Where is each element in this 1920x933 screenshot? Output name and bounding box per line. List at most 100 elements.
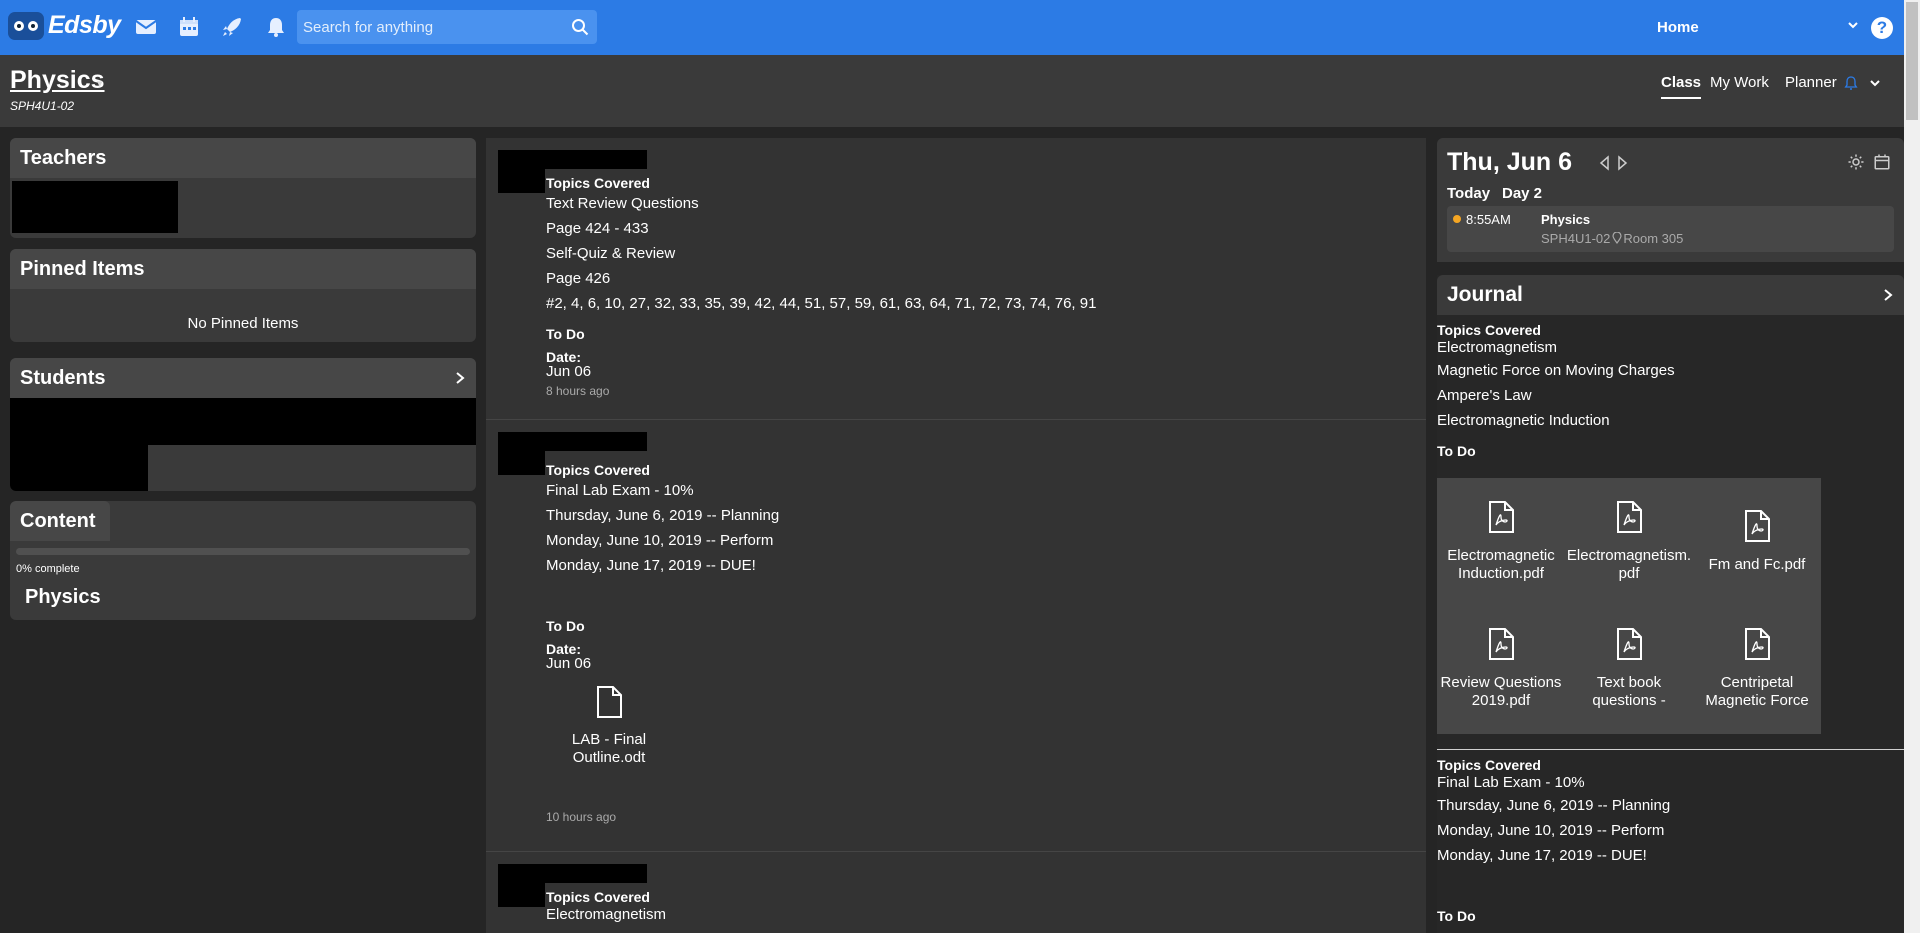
previous-day-icon[interactable] [1598, 155, 1610, 171]
logo-text: Edsby [48, 11, 121, 39]
tab-planner[interactable]: Planner [1785, 74, 1837, 91]
pdf-attachment[interactable]: Text book questions - [1565, 627, 1693, 710]
redacted-students [10, 445, 148, 491]
pdf-attachment[interactable]: Fm and Fc.pdf [1693, 509, 1821, 574]
post-todo-heading: To Do [546, 618, 585, 634]
tab-my-work[interactable]: My Work [1710, 74, 1769, 91]
scrollbar-thumb[interactable] [1906, 2, 1918, 120]
post-date-label: Date: [546, 641, 582, 657]
class-feed: Topics Covered Text Review Questions Pag… [486, 138, 1426, 933]
chevron-down-icon[interactable] [1847, 19, 1859, 31]
teachers-header: Teachers [10, 138, 476, 178]
next-day-icon[interactable] [1617, 155, 1629, 171]
edsby-logo[interactable]: Edsby [8, 11, 121, 40]
journal-line: Magnetic Force on Moving Charges [1437, 362, 1675, 379]
calendar-icon[interactable] [177, 15, 201, 39]
attachment-name: LAB - Final [571, 731, 647, 748]
home-menu-label[interactable]: Home [1657, 19, 1699, 36]
post-body: Topics Covered Final Lab Exam - 10% Thur… [546, 462, 779, 672]
class-code: SPH4U1-02 [10, 99, 75, 113]
attachment-name: Induction.pdf [1458, 565, 1544, 582]
class-header: Physics ▾ SPH4U1-02 Class My Work Planne… [0, 55, 1904, 127]
class-title[interactable]: Physics [10, 66, 105, 95]
tab-class[interactable]: Class [1661, 74, 1702, 99]
help-icon[interactable]: ? [1871, 17, 1893, 39]
redacted-author [545, 864, 647, 883]
event-status-dot [1453, 215, 1461, 223]
post-line: Thursday, June 6, 2019 -- Planning [546, 507, 780, 524]
pdf-attachment[interactable]: Electromagnetic Induction.pdf [1437, 500, 1565, 583]
redacted-avatar [498, 150, 545, 193]
post-heading: Topics Covered [546, 462, 650, 478]
journal-divider [1437, 749, 1904, 750]
journal-header[interactable]: Journal [1437, 275, 1904, 315]
post-heading: Topics Covered [546, 889, 650, 905]
pdf-file-icon [1617, 628, 1642, 660]
post-timestamp: 10 hours ago [546, 810, 617, 824]
content-item-physics[interactable]: Physics [25, 586, 101, 609]
chevron-right-icon[interactable] [454, 371, 466, 385]
post-timestamp: 8 hours ago [546, 384, 610, 398]
post-body: Topics Covered Text Review Questions Pag… [546, 175, 1096, 398]
calendar-day-label: Day 2 [1502, 185, 1543, 202]
chevron-down-icon[interactable] [1869, 77, 1881, 89]
class-menu-caret-icon[interactable]: ▾ [97, 77, 103, 90]
notification-bell-icon[interactable] [1843, 75, 1859, 91]
attachment-name: Text book [1596, 674, 1662, 691]
feed-post: Topics Covered Text Review Questions Pag… [486, 138, 1426, 420]
search-box [297, 10, 597, 44]
attachment-name: Review Questions [1440, 674, 1562, 691]
calendar-event[interactable]: 8:55AM Physics SPH4U1-02 Room 305 [1447, 206, 1894, 252]
pdf-attachment[interactable]: Electromagnetism. pdf [1565, 500, 1693, 583]
calendar-date: Thu, Jun 6 [1447, 148, 1572, 176]
journal-todo-heading: To Do [1437, 443, 1476, 459]
pinned-items-panel: Pinned Items No Pinned Items [10, 249, 476, 342]
journal-todo-heading: To Do [1437, 908, 1476, 924]
post-line: Text Review Questions [546, 195, 699, 212]
post-todo-heading: To Do [546, 326, 585, 342]
pinned-items-title: Pinned Items [20, 258, 145, 280]
teachers-title: Teachers [20, 147, 107, 169]
attachment-name: Electromagnetism. [1566, 547, 1692, 564]
attachment-name: pdf [1618, 565, 1640, 582]
page-scrollbar[interactable] [1904, 0, 1920, 933]
pdf-file-icon [1745, 628, 1770, 660]
pdf-attachment[interactable]: Centripetal Magnetic Force [1693, 627, 1821, 710]
attachment-name: Fm and Fc.pdf [1708, 556, 1806, 573]
journal-line: Monday, June 10, 2019 -- Perform [1437, 822, 1665, 839]
post-date: Jun 06 [546, 655, 592, 672]
gear-icon[interactable] [1847, 153, 1865, 171]
calendar-today-label[interactable]: Today [1447, 185, 1490, 202]
chevron-right-icon[interactable] [1882, 288, 1894, 302]
post-line: Final Lab Exam - 10% [546, 482, 694, 499]
journal-panel: Journal Topics Covered Electromagnetism … [1437, 275, 1904, 933]
bell-icon[interactable] [264, 15, 288, 39]
content-header[interactable]: Content [10, 501, 110, 541]
post-line: Electromagnetism [546, 906, 667, 923]
content-progress-bar [16, 548, 470, 555]
attachment-lab-final-outline[interactable]: LAB - Final Outline.odt [559, 685, 659, 767]
event-location: SPH4U1-02 Room 305 [1541, 231, 1683, 246]
mail-icon[interactable] [134, 15, 158, 39]
post-heading: Topics Covered [546, 175, 650, 191]
redacted-author [545, 150, 647, 169]
event-room: Room 305 [1623, 231, 1684, 246]
pdf-attachment[interactable]: Review Questions 2019.pdf [1437, 627, 1565, 710]
rocket-icon[interactable] [220, 15, 244, 39]
post-line: Self-Quiz & Review [546, 245, 676, 262]
feed-post: Topics Covered Final Lab Exam - 10% Thur… [486, 420, 1426, 852]
search-icon[interactable] [571, 18, 589, 36]
teachers-panel: Teachers [10, 138, 476, 238]
post-body: Topics Covered Electromagnetism [546, 889, 666, 925]
top-bar: Edsby Home ? [0, 0, 1904, 55]
content-panel: Content 0% complete Physics [10, 501, 476, 620]
pdf-file-icon [1489, 501, 1514, 533]
progress-label: 0% complete [16, 563, 80, 575]
search-input[interactable] [297, 10, 547, 44]
post-date-label: Date: [546, 349, 582, 365]
journal-entry: Topics Covered Final Lab Exam - 10% Thur… [1437, 757, 1670, 924]
post-line: #2, 4, 6, 10, 27, 32, 33, 35, 39, 42, 44… [546, 295, 1097, 312]
calendar-view-icon[interactable] [1873, 153, 1891, 171]
attachment-name: 2019.pdf [1471, 692, 1531, 709]
students-header[interactable]: Students [10, 358, 476, 398]
